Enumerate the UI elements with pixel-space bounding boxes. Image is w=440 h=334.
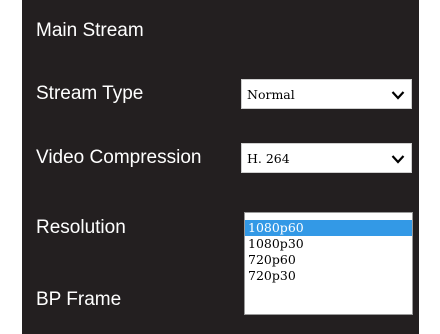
main-stream-settings-panel: Main Stream Stream Type Normal Video Com… [22,0,419,334]
video-compression-select[interactable]: H. 264 [241,143,412,173]
stream-type-select[interactable]: Normal [241,79,412,109]
resolution-option[interactable]: 1080p60 [245,220,412,236]
resolution-option[interactable]: 720p60 [245,252,412,268]
bp-frame-label: BP Frame [36,289,122,310]
video-compression-label: Video Compression [36,147,202,168]
resolution-dropdown-list[interactable]: 1080p60 1080p30 720p60 720p30 [244,212,413,315]
stream-type-label: Stream Type [36,83,144,104]
resolution-label: Resolution [36,217,126,238]
resolution-option[interactable]: 1080p30 [245,236,412,252]
section-title: Main Stream [36,20,144,41]
chevron-down-icon [391,91,405,100]
resolution-option[interactable]: 720p30 [245,268,412,284]
stream-type-value: Normal [247,87,295,102]
video-compression-value: H. 264 [247,151,290,166]
chevron-down-icon [391,155,405,164]
